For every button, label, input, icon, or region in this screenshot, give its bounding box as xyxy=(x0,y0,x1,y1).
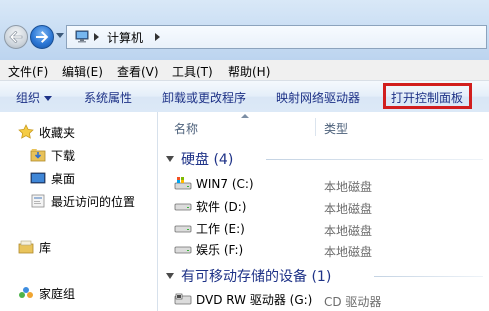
dvd-drive-icon xyxy=(174,291,192,307)
organize-label: 组织 xyxy=(16,91,41,105)
menu-view[interactable]: 查看(V) xyxy=(117,63,159,80)
column-header-name[interactable]: 名称 xyxy=(174,120,198,137)
collapse-triangle-icon xyxy=(166,273,174,279)
libraries-icon xyxy=(18,239,34,255)
drive-name: 娱乐 (F:) xyxy=(196,242,244,257)
group-header-removable[interactable]: 有可移动存储的设备 (1) xyxy=(166,266,331,286)
nav-label: 最近访问的位置 xyxy=(51,194,136,209)
map-network-drive-button[interactable]: 映射网络驱动器 xyxy=(276,89,360,106)
nav-item-downloads[interactable]: 下载 xyxy=(30,146,75,164)
address-toolbar: 计算机 xyxy=(0,0,489,60)
group-title: 有可移动存储的设备 (1) xyxy=(181,269,332,285)
nav-label: 下载 xyxy=(51,148,76,163)
nav-label: 收藏夹 xyxy=(39,125,76,140)
drive-type: CD 驱动器 xyxy=(324,295,382,309)
drive-name: 工作 (E:) xyxy=(196,221,245,236)
drive-row-g[interactable]: DVD RW 驱动器 (G:) xyxy=(174,290,312,308)
breadcrumb-separator-icon[interactable] xyxy=(155,33,160,41)
drive-row-c[interactable]: WIN7 (C:) xyxy=(174,175,254,193)
drive-name: DVD RW 驱动器 (G:) xyxy=(196,292,313,307)
nav-label: 家庭组 xyxy=(39,286,76,301)
hard-drive-icon xyxy=(174,241,192,257)
group-divider xyxy=(266,159,483,160)
organize-button[interactable]: 组织 xyxy=(16,89,53,106)
menu-file[interactable]: 文件(F) xyxy=(8,63,48,80)
highlight-annotation xyxy=(383,83,472,109)
nav-item-favorites[interactable]: 收藏夹 xyxy=(18,123,75,141)
nav-item-homegroup[interactable]: 家庭组 xyxy=(18,284,75,302)
menu-bar: 文件(F) 编辑(E) 查看(V) 工具(T) 帮助(H) xyxy=(0,60,489,81)
group-title: 硬盘 (4) xyxy=(181,152,234,168)
explorer-window: 计算机 文件(F) 编辑(E) 查看(V) 工具(T) 帮助(H) 组织 系统属… xyxy=(0,0,489,311)
nav-item-desktop[interactable]: 桌面 xyxy=(30,169,75,187)
menu-edit[interactable]: 编辑(E) xyxy=(62,63,103,80)
menu-help[interactable]: 帮助(H) xyxy=(228,63,270,80)
system-properties-button[interactable]: 系统属性 xyxy=(84,89,132,106)
homegroup-icon xyxy=(18,285,34,301)
hard-drive-icon xyxy=(174,220,192,236)
drive-type: 本地磁盘 xyxy=(324,202,373,216)
nav-label: 桌面 xyxy=(51,171,76,186)
desktop-icon xyxy=(30,170,46,186)
nav-item-recent-places[interactable]: 最近访问的位置 xyxy=(30,192,135,210)
drive-type: 本地磁盘 xyxy=(324,245,373,259)
chevron-down-icon xyxy=(44,96,53,101)
drive-name: WIN7 (C:) xyxy=(196,177,254,191)
recent-pages-dropdown[interactable] xyxy=(56,33,64,38)
drive-row-d[interactable]: 软件 (D:) xyxy=(174,197,246,215)
arrow-left-icon xyxy=(9,31,23,43)
nav-label: 库 xyxy=(39,240,52,255)
drive-name: 软件 (D:) xyxy=(196,199,247,214)
back-button[interactable] xyxy=(4,25,28,49)
address-box[interactable]: 计算机 xyxy=(66,25,487,49)
star-icon xyxy=(18,124,34,140)
system-drive-icon xyxy=(174,176,192,192)
group-header-hard-disks[interactable]: 硬盘 (4) xyxy=(166,149,233,169)
navigation-pane: 收藏夹 下载 桌面 最近访问的位置 库 家庭组 xyxy=(0,112,157,311)
sort-ascending-icon xyxy=(241,114,249,118)
drive-type: 本地磁盘 xyxy=(324,180,373,194)
file-list: 名称 类型 硬盘 (4) WIN7 (C:) 本地磁盘 软件 (D:) 本地磁盘 xyxy=(158,112,489,311)
arrow-right-icon xyxy=(36,31,49,43)
group-divider xyxy=(374,276,483,277)
recent-places-icon xyxy=(30,193,46,209)
breadcrumb-separator-icon[interactable] xyxy=(94,33,99,41)
column-header-type[interactable]: 类型 xyxy=(324,120,348,137)
download-folder-icon xyxy=(30,147,46,163)
forward-button[interactable] xyxy=(30,25,54,49)
nav-item-libraries[interactable]: 库 xyxy=(18,238,51,256)
computer-icon xyxy=(75,30,89,46)
drive-row-e[interactable]: 工作 (E:) xyxy=(174,219,245,237)
collapse-triangle-icon xyxy=(166,156,174,162)
hard-drive-icon xyxy=(174,198,192,214)
column-divider[interactable] xyxy=(315,118,316,136)
breadcrumb-computer[interactable]: 计算机 xyxy=(107,29,143,46)
drive-type: 本地磁盘 xyxy=(324,224,373,238)
menu-tools[interactable]: 工具(T) xyxy=(172,63,213,80)
drive-row-f[interactable]: 娱乐 (F:) xyxy=(174,240,243,258)
uninstall-program-button[interactable]: 卸载或更改程序 xyxy=(162,89,246,106)
